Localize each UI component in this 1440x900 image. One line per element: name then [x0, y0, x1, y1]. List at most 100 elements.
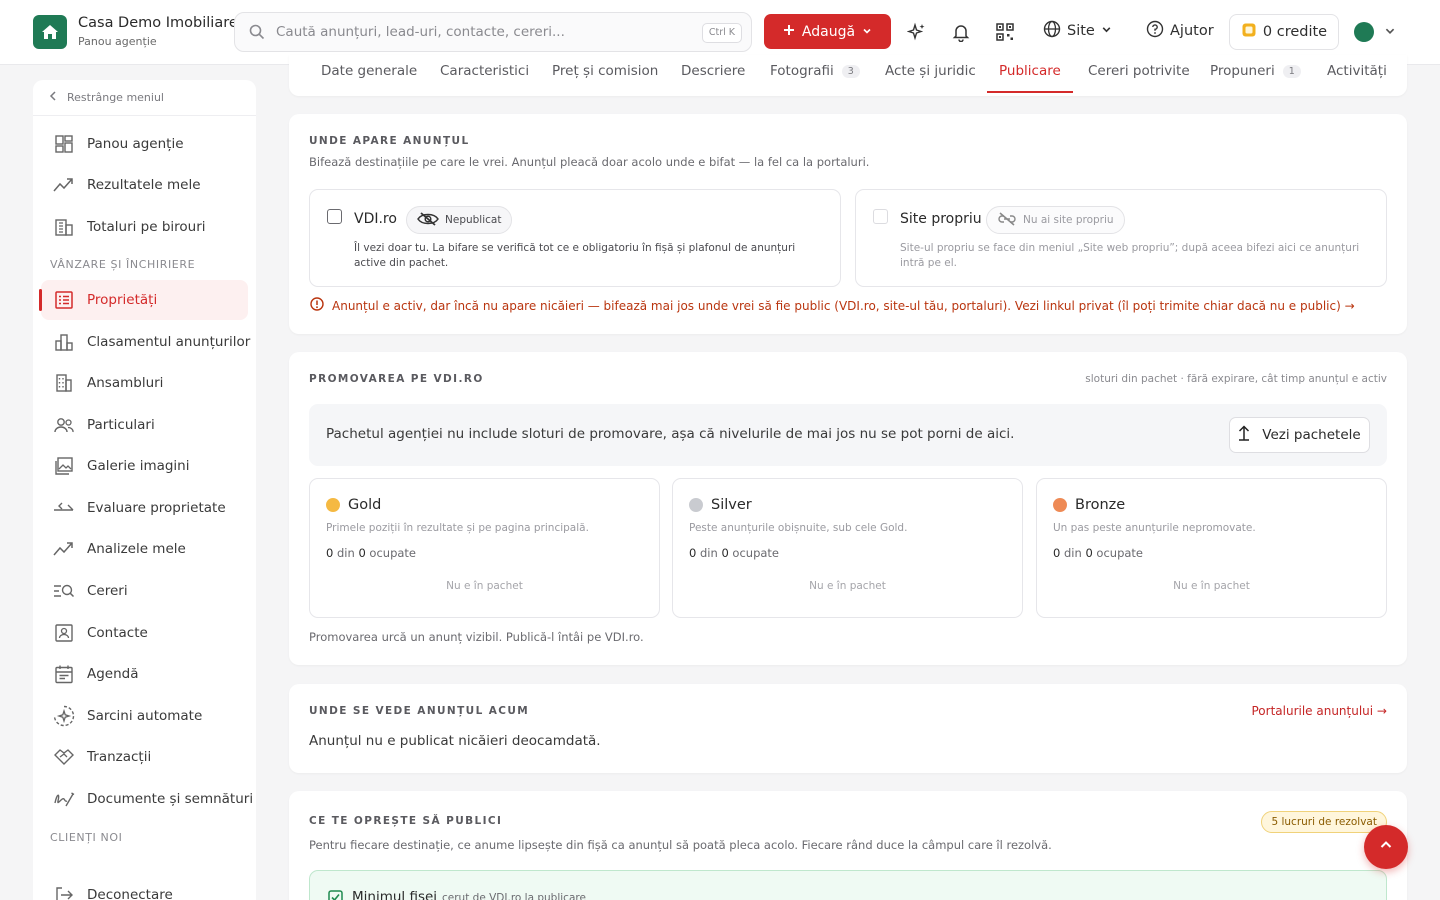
sidebar-item-gallery[interactable]: Galerie imagini [41, 446, 248, 486]
chevron-down-icon[interactable] [1384, 25, 1396, 41]
issues-count-badge: 5 lucruri de rezolvat [1261, 811, 1387, 833]
image-gallery-icon [53, 455, 75, 477]
status-badge: Nu ai site propriu [986, 206, 1125, 234]
tab-count-badge: 3 [841, 64, 860, 78]
add-button[interactable]: Adaugă [764, 14, 891, 49]
no-slots-notice: Pachetul agenției nu include sloturi de … [309, 404, 1387, 466]
sidebar-item-analyses[interactable]: Analizele mele [41, 529, 248, 569]
tab-count-badge: 1 [1282, 64, 1301, 78]
section-subtitle: Bifează destinațiile pe care le vrei. An… [309, 155, 870, 169]
search-input[interactable]: Caută anunțuri, lead-uri, contacte, cere… [234, 12, 752, 52]
contact-card-icon [53, 622, 75, 644]
sparkles-icon[interactable] [905, 20, 929, 44]
bell-icon[interactable] [949, 20, 973, 44]
tab-price-commission[interactable]: Preț și comision [552, 63, 658, 79]
own-site-checkbox[interactable] [873, 209, 888, 224]
tab-activities[interactable]: Activități [1327, 63, 1387, 79]
trend-icon [53, 538, 75, 560]
tier-name: Bronze [1075, 497, 1126, 513]
arrow-up-icon [1238, 425, 1250, 445]
warning-text: Anunțul e activ, dar încă nu apare nicăi… [332, 298, 1355, 313]
destination-description: Îl vezi doar tu. La bifare se verifică t… [354, 242, 796, 269]
check-square-icon [328, 890, 343, 900]
tab-label: Preț și comision [552, 63, 659, 79]
chevron-down-icon [1101, 23, 1112, 39]
status-badge-label: Nepublicat [445, 214, 502, 226]
tier-silver: Silver Peste anunțurile obișnuite, sub c… [672, 478, 1023, 618]
sidebar-section-sale: VÂNZARE ȘI ÎNCHIRIERE [50, 258, 196, 271]
listing-portals-link[interactable]: Portalurile anunțului → [1251, 704, 1387, 718]
search-icon [249, 24, 265, 44]
sidebar-item-dashboard[interactable]: Panou agenție [41, 124, 248, 164]
site-menu-button[interactable]: Site [1043, 20, 1112, 42]
gold-dot-icon [326, 498, 340, 512]
tier-status: Nu e în pachet [446, 580, 523, 592]
destination-vdi: VDI.ro Nepublicat Îl vezi doar tu. La bi… [309, 189, 841, 287]
sidebar-item-logout[interactable]: Deconectare [41, 875, 248, 900]
collapse-menu-label: Restrânge meniul [67, 91, 164, 104]
scroll-to-top-button[interactable] [1364, 825, 1408, 869]
sidebar-item-automated-tasks[interactable]: Sarcini automate [41, 696, 248, 736]
bronze-dot-icon [1053, 498, 1067, 512]
qr-code-icon[interactable] [993, 20, 1017, 44]
info-circle-icon [310, 297, 324, 314]
sidebar-item-label: Analizele mele [87, 541, 186, 557]
sidebar-item-properties[interactable]: Proprietăți [39, 280, 248, 320]
credits-button[interactable]: 0 credite [1229, 14, 1339, 50]
tab-description[interactable]: Descriere [681, 63, 745, 79]
sidebar-item-contacts[interactable]: Contacte [41, 613, 248, 653]
tab-characteristics[interactable]: Caracteristici [440, 63, 529, 79]
section-heading: UNDE APARE ANUNȚUL [309, 135, 470, 147]
sidebar-item-documents[interactable]: Documente și semnături [41, 779, 253, 819]
tier-occupancy: 0 din 0 ocupate [689, 546, 779, 560]
tab-publishing[interactable]: Publicare [987, 63, 1073, 93]
tab-matching-requests[interactable]: Cereri potrivite [1088, 63, 1190, 79]
sidebar-item-complexes[interactable]: Ansambluri [41, 363, 248, 403]
plus-icon [783, 24, 795, 40]
tier-occupancy: 0 din 0 ocupate [1053, 546, 1143, 560]
sidebar-item-ranking[interactable]: Clasamentul anunțurilor [41, 322, 251, 362]
minimum-sheet-subtitle: cerut de VDI.ro la publicare [442, 892, 586, 900]
signature-icon [53, 788, 75, 810]
status-badge-label: Nu ai site propriu [1023, 214, 1114, 226]
question-circle-icon [1146, 20, 1164, 42]
sidebar-item-label: Tranzacții [87, 749, 152, 765]
credits-label: 0 credite [1262, 24, 1328, 40]
sparkle-circle-icon [53, 705, 75, 727]
collapse-menu-button[interactable]: Restrânge meniul [33, 80, 256, 116]
sidebar-item-office-totals[interactable]: Totaluri pe birouri [41, 207, 248, 247]
tier-bronze: Bronze Un pas peste anunțurile nepromova… [1036, 478, 1387, 618]
sidebar-item-label: Rezultatele mele [87, 177, 201, 193]
tab-photos[interactable]: Fotografii 3 [770, 63, 860, 79]
chevron-left-icon [49, 91, 57, 104]
occupancy-suffix: ocupate [1092, 546, 1143, 560]
tab-label: Date generale [321, 63, 418, 79]
tab-label: Activități [1327, 63, 1387, 79]
sidebar-item-requests[interactable]: Cereri [41, 571, 248, 611]
sidebar-section-clients: CLIENȚI NOI [50, 831, 123, 844]
help-button[interactable]: Ajutor [1146, 20, 1214, 42]
sidebar-item-transactions[interactable]: Tranzacții [41, 737, 248, 777]
where-visible-card: UNDE SE VEDE ANUNȚUL ACUM Portalurile an… [289, 684, 1407, 773]
sidebar-item-label: Clasamentul anunțurilor [87, 334, 251, 350]
occupancy-sep: din [333, 546, 359, 560]
tab-proposals[interactable]: Propuneri 1 [1210, 63, 1301, 79]
sidebar-item-label: Agendă [87, 666, 139, 682]
sidebar-item-valuation[interactable]: Evaluare proprietate [41, 488, 248, 528]
destination-description: Site-ul propriu se face din meniul „Site… [900, 242, 1360, 269]
not-public-warning[interactable]: Anunțul e activ, dar încă nu apare nicăi… [310, 297, 1355, 314]
sidebar-item-label: Particulari [87, 417, 155, 433]
agency-logo[interactable] [33, 15, 67, 49]
occupancy-suffix: ocupate [728, 546, 779, 560]
minimum-sheet-box[interactable]: Minimul fișei cerut de VDI.ro la publica… [309, 870, 1387, 900]
vdi-checkbox[interactable] [327, 209, 342, 224]
avatar[interactable] [1354, 22, 1374, 42]
occupancy-sep: din [1060, 546, 1086, 560]
sidebar-item-private-sellers[interactable]: Particulari [41, 405, 248, 445]
sidebar-item-agenda[interactable]: Agendă [41, 654, 248, 694]
tab-general-data[interactable]: Date generale [321, 63, 417, 79]
sidebar-item-results[interactable]: Rezultatele mele [41, 165, 248, 205]
view-packages-button[interactable]: Vezi pachetele [1229, 417, 1370, 453]
tier-name: Silver [711, 497, 752, 513]
tab-legal[interactable]: Acte și juridic [885, 63, 976, 79]
